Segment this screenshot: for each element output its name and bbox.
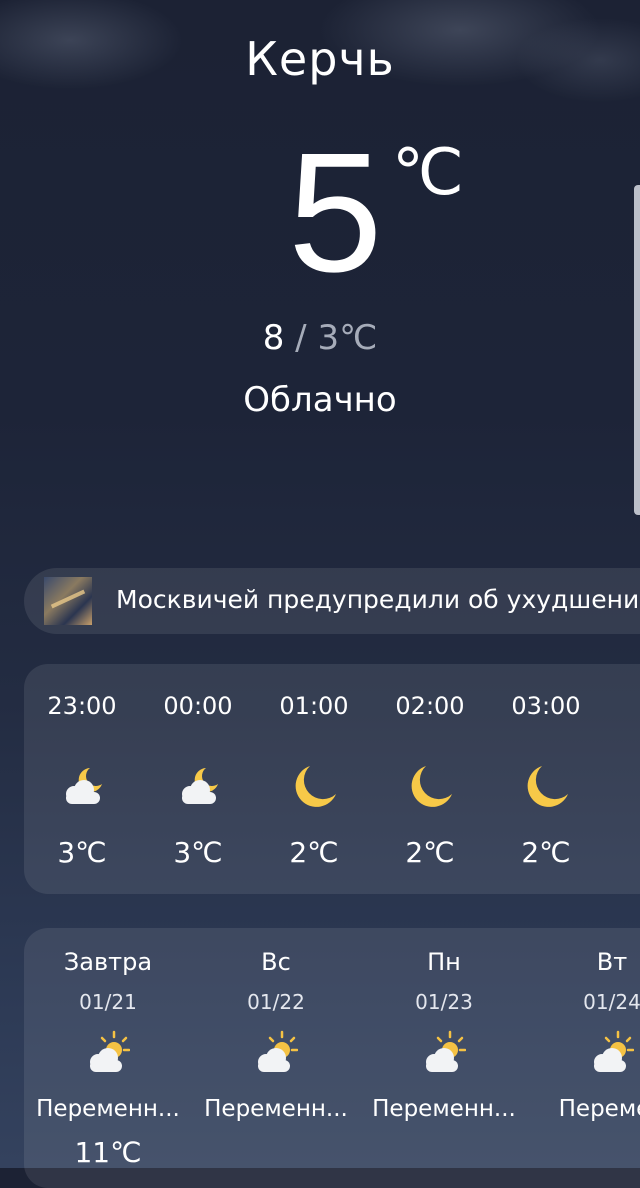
daily-day-name: Вс: [261, 948, 291, 976]
partly-cloudy-day-icon: [588, 1030, 634, 1076]
hourly-forecast[interactable]: 23:00 3℃ 00:00 3℃ 01:00 2℃ 02:00 2℃ 03:0…: [24, 664, 640, 894]
hourly-time: 00:00: [163, 692, 233, 720]
city-name[interactable]: Керчь: [0, 32, 640, 86]
moon-icon: [524, 764, 570, 810]
hourly-time: 03:00: [511, 692, 581, 720]
hourly-temp: 3℃: [173, 836, 223, 869]
current-temp-unit: ℃: [392, 136, 464, 208]
daily-date: 01/23: [415, 990, 473, 1014]
daily-day-name: Вт: [596, 948, 628, 976]
partly-cloudy-day-icon: [252, 1030, 298, 1076]
daily-description: Переменн...: [372, 1096, 516, 1122]
high-low-separator: /: [295, 318, 307, 358]
partly-cloudy-day-icon: [84, 1030, 130, 1076]
hourly-time: 01:00: [279, 692, 349, 720]
hourly-item: 02:00 2℃: [372, 664, 488, 894]
daily-date: 01/22: [247, 990, 305, 1014]
hourly-temp: 2℃: [289, 836, 339, 869]
daily-date: 01/21: [79, 990, 137, 1014]
hourly-item: 0: [604, 664, 640, 894]
hourly-temp: 2℃: [521, 836, 571, 869]
daily-forecast[interactable]: Завтра 01/21 Переменн... 11℃ Вс 01/22 Пе…: [24, 928, 640, 1188]
partly-cloudy-night-icon: [60, 764, 106, 810]
hourly-item: 00:00 3℃: [140, 664, 256, 894]
daily-item: Вс 01/22 Переменн...: [192, 928, 360, 1188]
hourly-time: 02:00: [395, 692, 465, 720]
news-headline[interactable]: Москвичей предупредили об ухудшени: [116, 585, 639, 614]
daily-item: Вт 01/24 Перемен: [528, 928, 640, 1188]
low-temp: 3℃: [317, 318, 378, 358]
hourly-temp: 3℃: [57, 836, 107, 869]
daily-description: Переменн...: [204, 1096, 348, 1122]
current-temperature: 5 ℃: [0, 128, 640, 298]
daily-temp: 11℃: [74, 1136, 142, 1169]
current-temp-value: 5: [288, 118, 383, 308]
hourly-item: 23:00 3℃: [24, 664, 140, 894]
hourly-temp: 2℃: [405, 836, 455, 869]
news-banner[interactable]: Москвичей предупредили об ухудшени: [24, 568, 640, 634]
weather-condition: Облачно: [243, 380, 397, 420]
hourly-item: 01:00 2℃: [256, 664, 372, 894]
high-low-temperature: 8 / 3℃: [0, 318, 640, 358]
daily-day-name: Пн: [427, 948, 461, 976]
hourly-item: 03:00 2℃: [488, 664, 604, 894]
moon-icon: [408, 764, 454, 810]
high-temp: 8: [262, 318, 285, 358]
partly-cloudy-night-icon: [176, 764, 222, 810]
hourly-time: 23:00: [47, 692, 117, 720]
moon-icon: [292, 764, 338, 810]
daily-item: Пн 01/23 Переменн...: [360, 928, 528, 1188]
daily-description: Переменн...: [36, 1096, 180, 1122]
partly-cloudy-day-icon: [420, 1030, 466, 1076]
daily-description: Перемен: [558, 1096, 640, 1122]
daily-date: 01/24: [583, 990, 640, 1014]
daily-item: Завтра 01/21 Переменн... 11℃: [24, 928, 192, 1188]
daily-day-name: Завтра: [63, 948, 153, 976]
news-thumbnail: [44, 577, 92, 625]
hourly-time: 0: [604, 692, 640, 720]
